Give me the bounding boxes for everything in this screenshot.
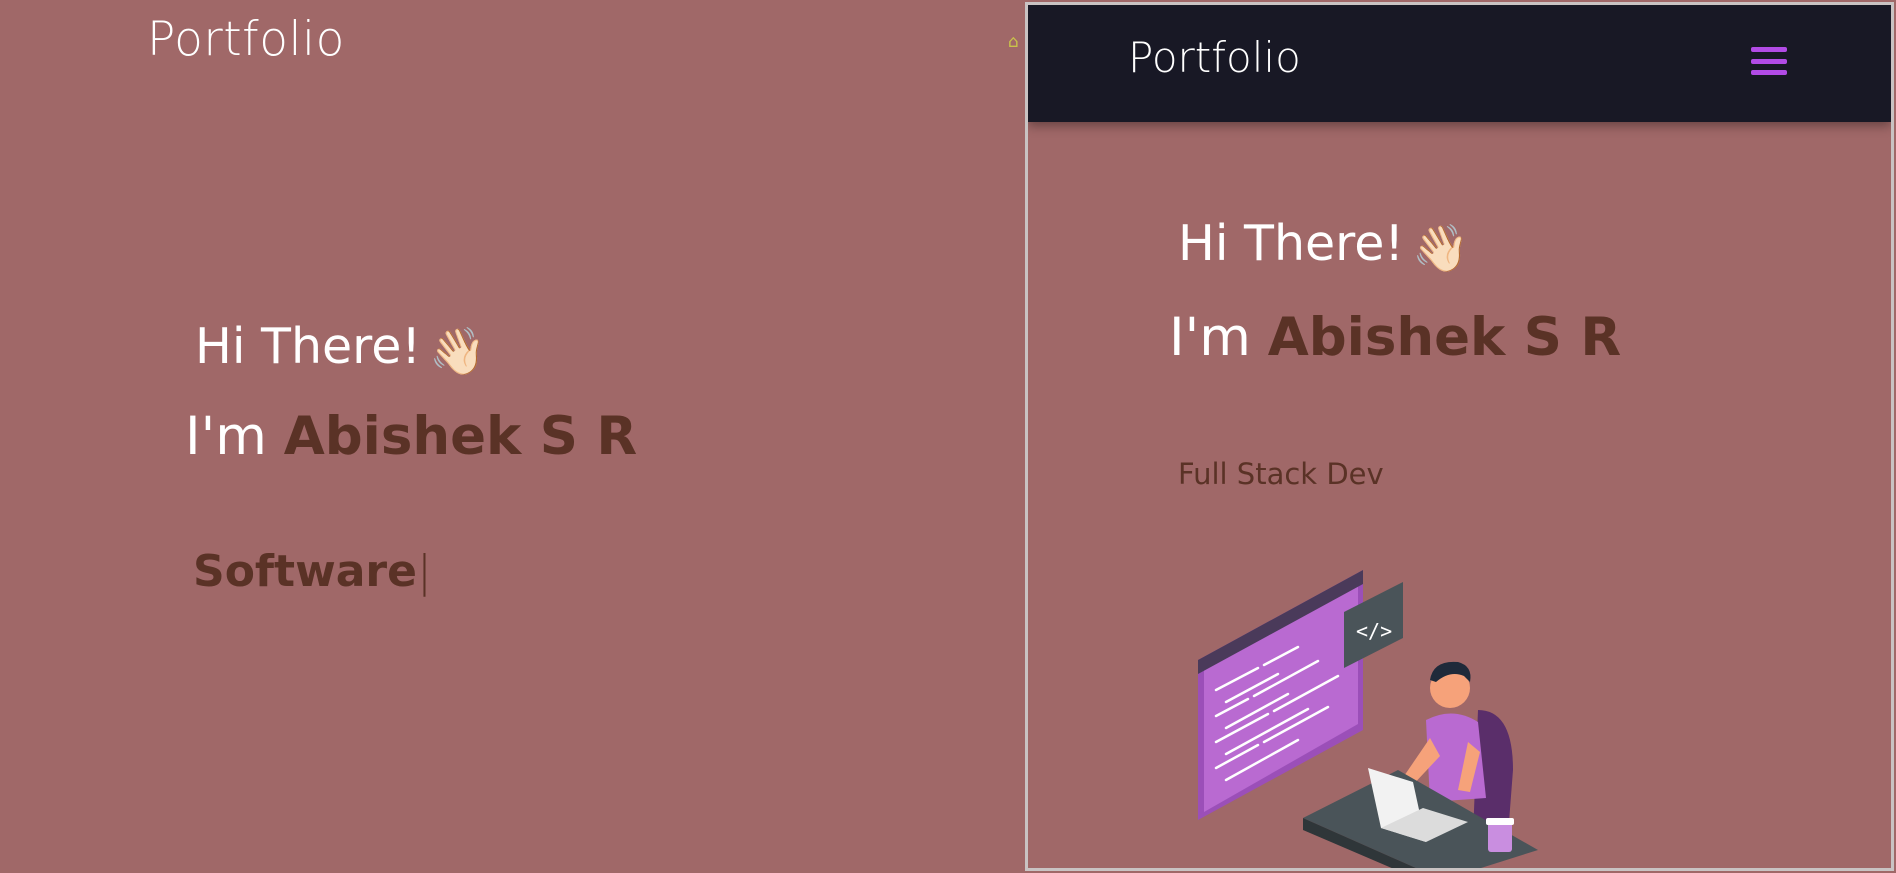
- desktop-typewriter-text: Software|: [193, 546, 432, 597]
- mobile-name-heading: I'm Abishek S R: [1169, 307, 1621, 368]
- mobile-preview-frame: Portfolio Hi There! 👋🏻 I'm Abishek S R Fu…: [1025, 2, 1894, 871]
- desktop-greeting: Hi There! 👋🏻: [195, 318, 486, 379]
- desktop-greeting-text: Hi There!: [195, 318, 422, 375]
- code-window: [1198, 570, 1363, 820]
- home-icon[interactable]: ⌂: [1008, 34, 1024, 51]
- mobile-greeting: Hi There! 👋🏻: [1178, 215, 1469, 276]
- waving-hand-icon: 👋🏻: [429, 324, 487, 378]
- hamburger-bar: [1751, 70, 1787, 75]
- desktop-name-prefix: I'm: [185, 406, 267, 467]
- developer-illustration: </>: [1198, 570, 1538, 868]
- hamburger-bar: [1751, 58, 1787, 64]
- mobile-name-prefix: I'm: [1169, 307, 1251, 368]
- desktop-name-heading: I'm Abishek S R: [185, 406, 637, 467]
- mobile-name: Abishek S R: [1267, 307, 1622, 368]
- mobile-role-text: Full Stack Dev: [1178, 457, 1384, 491]
- hamburger-bar: [1751, 47, 1787, 52]
- mobile-greeting-text: Hi There!: [1178, 215, 1405, 272]
- mobile-navbar: Portfolio: [1028, 5, 1891, 122]
- desktop-logo[interactable]: Portfolio: [147, 12, 345, 67]
- typing-cursor: |: [416, 546, 432, 597]
- waving-hand-icon: 👋🏻: [1412, 221, 1470, 275]
- typed-text: Software: [193, 546, 417, 597]
- desktop-name: Abishek S R: [283, 406, 638, 467]
- hamburger-menu-icon[interactable]: [1751, 47, 1787, 75]
- coffee-cup: [1486, 818, 1514, 852]
- mobile-logo[interactable]: Portfolio: [1128, 33, 1301, 82]
- code-tag-text: </>: [1356, 619, 1392, 643]
